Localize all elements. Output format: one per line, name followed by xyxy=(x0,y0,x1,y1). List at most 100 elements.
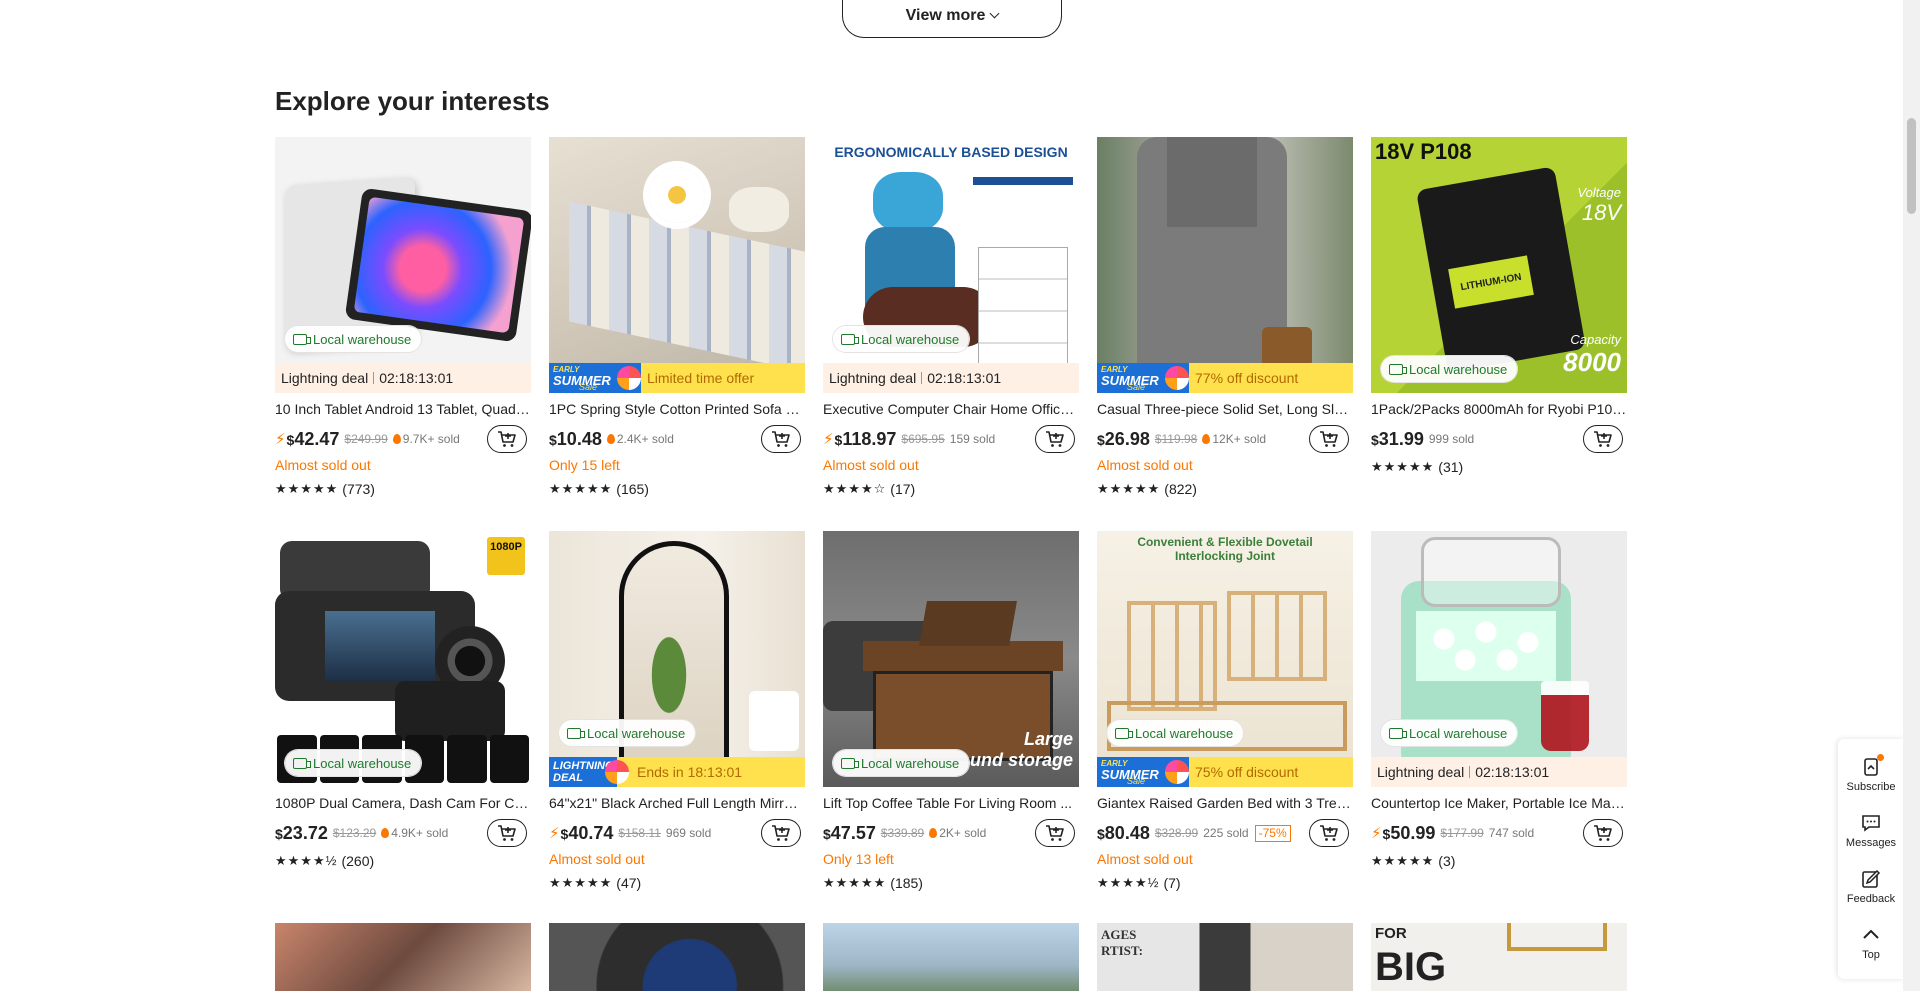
cart-plus-icon xyxy=(1319,430,1339,448)
page-scrollbar[interactable] xyxy=(1903,0,1920,991)
product-row: 1080P Local warehouse 1080P Dual Camera, D… xyxy=(275,531,1631,924)
local-warehouse-badge: Local warehouse xyxy=(285,750,422,776)
star-rating-icon: ★★★★★ xyxy=(549,481,613,496)
product-card[interactable]: 1080P Local warehouse 1080P Dual Camera, D… xyxy=(275,531,531,924)
product-photo: Large und storage xyxy=(823,531,1079,787)
feedback-button[interactable]: Feedback xyxy=(1838,859,1904,915)
product-image[interactable]: EARLY SUMMER Sale Limited time offer xyxy=(549,137,805,393)
local-warehouse-badge: Local warehouse xyxy=(285,326,422,352)
review-count[interactable]: (17) xyxy=(890,481,915,497)
product-card[interactable]: Local warehouse Lightning deal 02:18:13:01… xyxy=(1371,531,1627,924)
product-photo xyxy=(1371,531,1627,787)
warehouse-icon xyxy=(293,757,311,769)
original-price: $158.11 xyxy=(618,826,661,840)
currency-symbol: $ xyxy=(275,825,283,842)
sold-text: 969 sold xyxy=(665,826,712,840)
product-title[interactable]: 10 Inch Tablet Android 13 Tablet, Quad .… xyxy=(275,401,531,419)
price-row: $26.98 $119.98 12K+ sold xyxy=(1097,425,1353,453)
lightning-icon: ⚡ xyxy=(549,825,560,842)
product-title[interactable]: 1080P Dual Camera, Dash Cam For Cars... xyxy=(275,795,531,813)
sold-text: 2.4K+ sold xyxy=(616,432,674,446)
local-warehouse-label: Local warehouse xyxy=(587,725,686,741)
product-title[interactable]: Casual Three-piece Solid Set, Long Slee.… xyxy=(1097,401,1353,419)
product-title[interactable]: Giantex Raised Garden Bed with 3 Trelli.… xyxy=(1097,795,1353,813)
add-to-cart-button[interactable] xyxy=(761,819,801,847)
add-to-cart-button[interactable] xyxy=(1035,425,1075,453)
product-card[interactable]: EARLY SUMMER Sale 77% off discount Casual Th… xyxy=(1097,137,1353,530)
subscribe-button[interactable]: Subscribe xyxy=(1838,747,1904,803)
add-to-cart-button[interactable] xyxy=(1583,425,1623,453)
sold-text: 12K+ sold xyxy=(1212,432,1267,446)
add-to-cart-button[interactable] xyxy=(1035,819,1075,847)
product-image[interactable]: Local warehouse LIGHTNING DEAL Ends in 18:… xyxy=(549,531,805,787)
product-photo xyxy=(549,137,805,393)
review-count[interactable]: (822) xyxy=(1164,481,1197,497)
product-title[interactable]: 64"x21" Black Arched Full Length Mirror.… xyxy=(549,795,805,813)
product-title[interactable]: Lift Top Coffee Table For Living Room ..… xyxy=(823,795,1079,813)
star-rating-icon: ★★★★½ xyxy=(275,853,338,868)
add-to-cart-button[interactable] xyxy=(1309,425,1349,453)
add-to-cart-button[interactable] xyxy=(487,425,527,453)
subscribe-label: Subscribe xyxy=(1846,781,1896,793)
sold-text: 2K+ sold xyxy=(939,826,987,840)
review-count[interactable]: (7) xyxy=(1163,875,1180,891)
product-title[interactable]: 1PC Spring Style Cotton Printed Sofa Sli… xyxy=(549,401,805,419)
product-image[interactable]: Convenient & Flexible Dovetail Interlocki… xyxy=(1097,531,1353,787)
product-image[interactable]: Local warehouse Lightning deal 02:18:13:01 xyxy=(1371,531,1627,787)
big-text: BIG xyxy=(1375,945,1447,989)
review-count[interactable]: (773) xyxy=(342,481,375,497)
product-image[interactable]: 1080P Local warehouse xyxy=(275,531,531,787)
countdown-timer: 02:18:13:01 xyxy=(927,370,1002,386)
product-card[interactable]: Local warehouse Lightning deal 02:18:13:01… xyxy=(275,137,531,530)
star-rating-icon: ★★★★★ xyxy=(823,875,887,890)
review-count[interactable]: (47) xyxy=(616,875,641,891)
product-row: Local warehouse Lightning deal 02:18:13:01… xyxy=(275,137,1631,531)
product-thumbnail[interactable] xyxy=(549,923,805,991)
product-thumbnail[interactable] xyxy=(823,923,1079,991)
discount-badge: -75% xyxy=(1254,824,1291,842)
back-to-top-button[interactable]: Top xyxy=(1838,915,1904,971)
review-count[interactable]: (185) xyxy=(890,875,923,891)
review-count[interactable]: (3) xyxy=(1438,853,1455,869)
view-more-button[interactable]: View more xyxy=(842,0,1062,38)
sold-count: 2.4K+ sold xyxy=(606,432,674,446)
price-row: ⚡ $50.99 $177.99 747 sold xyxy=(1371,819,1627,847)
product-image[interactable]: Local warehouse Lightning deal 02:18:13:01 xyxy=(275,137,531,393)
product-thumbnail[interactable] xyxy=(275,923,531,991)
add-to-cart-button[interactable] xyxy=(761,425,801,453)
product-image[interactable]: Large und storage Local warehouse xyxy=(823,531,1079,787)
product-photo: Convenient & Flexible Dovetail Interlocki… xyxy=(1097,531,1353,787)
review-count[interactable]: (165) xyxy=(616,481,649,497)
warehouse-icon xyxy=(841,333,859,345)
product-card[interactable]: Convenient & Flexible Dovetail Interlocki… xyxy=(1097,531,1353,924)
currency-symbol: $ xyxy=(823,825,831,842)
review-count[interactable]: (260) xyxy=(341,853,374,869)
add-to-cart-button[interactable] xyxy=(1583,819,1623,847)
currency-symbol: $ xyxy=(1371,431,1379,448)
product-thumbnail[interactable]: FOR BIG xyxy=(1371,923,1627,991)
product-image[interactable]: EARLY SUMMER Sale 77% off discount xyxy=(1097,137,1353,393)
product-title[interactable]: Countertop Ice Maker, Portable Ice Mac..… xyxy=(1371,795,1627,813)
product-card[interactable]: ERGONOMICALLY BASED DESIGN Local warehous… xyxy=(823,137,1079,530)
price-value: 80.48 xyxy=(1104,822,1150,843)
product-image[interactable]: 18V P108 LITHIUM-ION Voltage 18V Capacity 800… xyxy=(1371,137,1627,393)
product-title[interactable]: 1Pack/2Packs 8000mAh for Ryobi P108 ... xyxy=(1371,401,1627,419)
product-card[interactable]: 18V P108 LITHIUM-ION Voltage 18V Capacity 800… xyxy=(1371,137,1627,530)
product-image[interactable]: ERGONOMICALLY BASED DESIGN Local warehous… xyxy=(823,137,1079,393)
add-to-cart-button[interactable] xyxy=(1309,819,1349,847)
product-card[interactable]: Local warehouse LIGHTNING DEAL Ends in 18:… xyxy=(549,531,805,924)
product-card[interactable]: Large und storage Local warehouse Lift Top … xyxy=(823,531,1079,924)
warehouse-icon xyxy=(1389,727,1407,739)
product-card[interactable]: EARLY SUMMER Sale Limited time offer 1PC Spr… xyxy=(549,137,805,530)
warehouse-icon xyxy=(1389,363,1407,375)
product-photo xyxy=(1097,137,1353,393)
cart-plus-icon xyxy=(1045,430,1065,448)
scrollbar-thumb[interactable] xyxy=(1907,118,1916,214)
product-thumbnail[interactable]: AGES RTIST: xyxy=(1097,923,1353,991)
add-to-cart-button[interactable] xyxy=(487,819,527,847)
product-title[interactable]: Executive Computer Chair Home Office ... xyxy=(823,401,1079,419)
local-warehouse-label: Local warehouse xyxy=(313,331,412,347)
review-count[interactable]: (31) xyxy=(1438,459,1463,475)
original-price: $695.95 xyxy=(901,432,945,446)
messages-button[interactable]: Messages xyxy=(1838,803,1904,859)
